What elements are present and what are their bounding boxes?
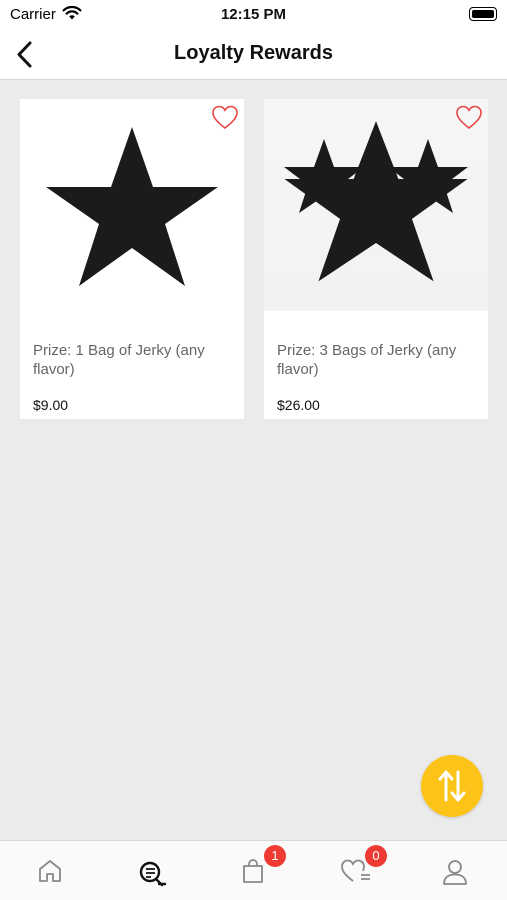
status-bar: Carrier 12:15 PM (0, 0, 507, 30)
user-icon (443, 860, 467, 885)
tab-bar: 1 0 (0, 840, 507, 900)
cart-badge: 1 (264, 845, 286, 867)
product-card[interactable]: Prize: 1 Bag of Jerky (any flavor) $9.00 (20, 99, 244, 419)
shopping-bag-icon (243, 859, 263, 883)
page-title: Loyalty Rewards (174, 42, 333, 64)
product-title[interactable]: Prize: 3 Bags of Jerky (any flavor) (277, 341, 477, 379)
product-price: $9.00 (33, 397, 69, 413)
home-icon (39, 860, 61, 882)
navigation-bar: Loyalty Rewards (0, 30, 507, 80)
tab-cart[interactable]: 1 (203, 841, 304, 900)
clock: 12:15 PM (220, 6, 287, 23)
sort-arrows-icon (438, 770, 466, 802)
product-title[interactable]: Prize: 1 Bag of Jerky (any flavor) (33, 341, 233, 379)
tab-wishlist[interactable]: 0 (304, 841, 405, 900)
search-list-icon (139, 861, 167, 887)
sort-button[interactable] (421, 755, 483, 817)
favorite-heart-icon[interactable] (210, 103, 240, 131)
wishlist-badge: 0 (365, 845, 387, 867)
product-card[interactable]: Prize: 3 Bags of Jerky (any flavor) $26.… (264, 99, 488, 419)
tab-search[interactable] (101, 841, 202, 900)
tab-home[interactable] (0, 841, 101, 900)
star-shape (46, 127, 218, 286)
tab-account[interactable] (405, 841, 506, 900)
favorite-heart-icon[interactable] (454, 103, 484, 131)
battery-icon (469, 7, 497, 21)
product-price: $26.00 (277, 397, 320, 413)
